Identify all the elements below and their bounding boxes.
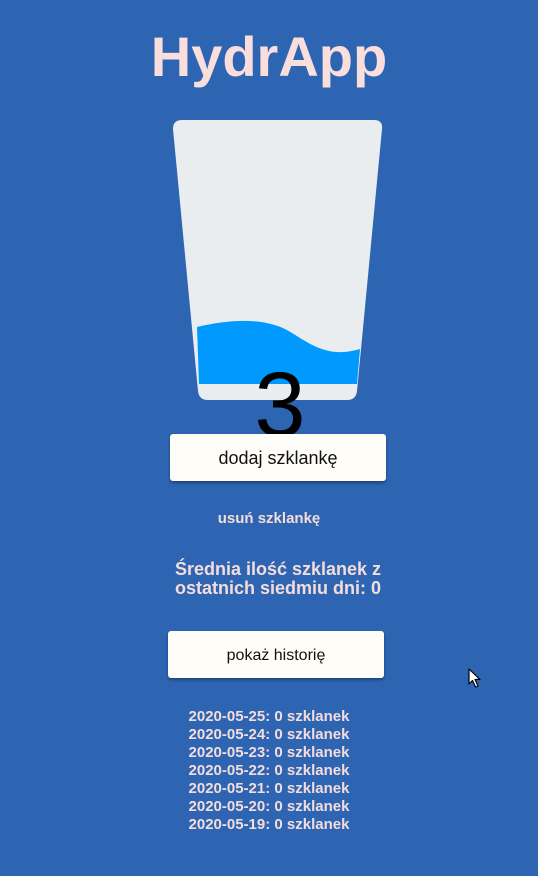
history-item: 2020-05-19: 0 szklanek — [188, 816, 350, 833]
app-title: HydrApp — [150, 25, 388, 88]
history-item: 2020-05-22: 0 szklanek — [188, 762, 350, 779]
history-item: 2020-05-25: 0 szklanek — [188, 708, 350, 725]
water-glass: 3 — [172, 119, 384, 451]
add-glass-button[interactable]: dodaj szklankę — [170, 434, 386, 481]
history-item: 2020-05-20: 0 szklanek — [188, 798, 350, 815]
show-history-button[interactable]: pokaż historię — [168, 631, 384, 678]
history-item: 2020-05-23: 0 szklanek — [188, 744, 350, 761]
mouse-pointer-icon — [468, 668, 481, 688]
history-list: 2020-05-25: 0 szklanek 2020-05-24: 0 szk… — [0, 708, 538, 834]
app-root: HydrApp 3 dodaj szklankę usuń szklankę Ś… — [0, 0, 538, 876]
remove-glass-link[interactable]: usuń szklankę — [0, 510, 538, 527]
history-item: 2020-05-21: 0 szklanek — [188, 780, 350, 797]
history-item: 2020-05-24: 0 szklanek — [188, 726, 350, 743]
average-stat: Średnia ilość szklanek z ostatnich siedm… — [174, 559, 382, 598]
